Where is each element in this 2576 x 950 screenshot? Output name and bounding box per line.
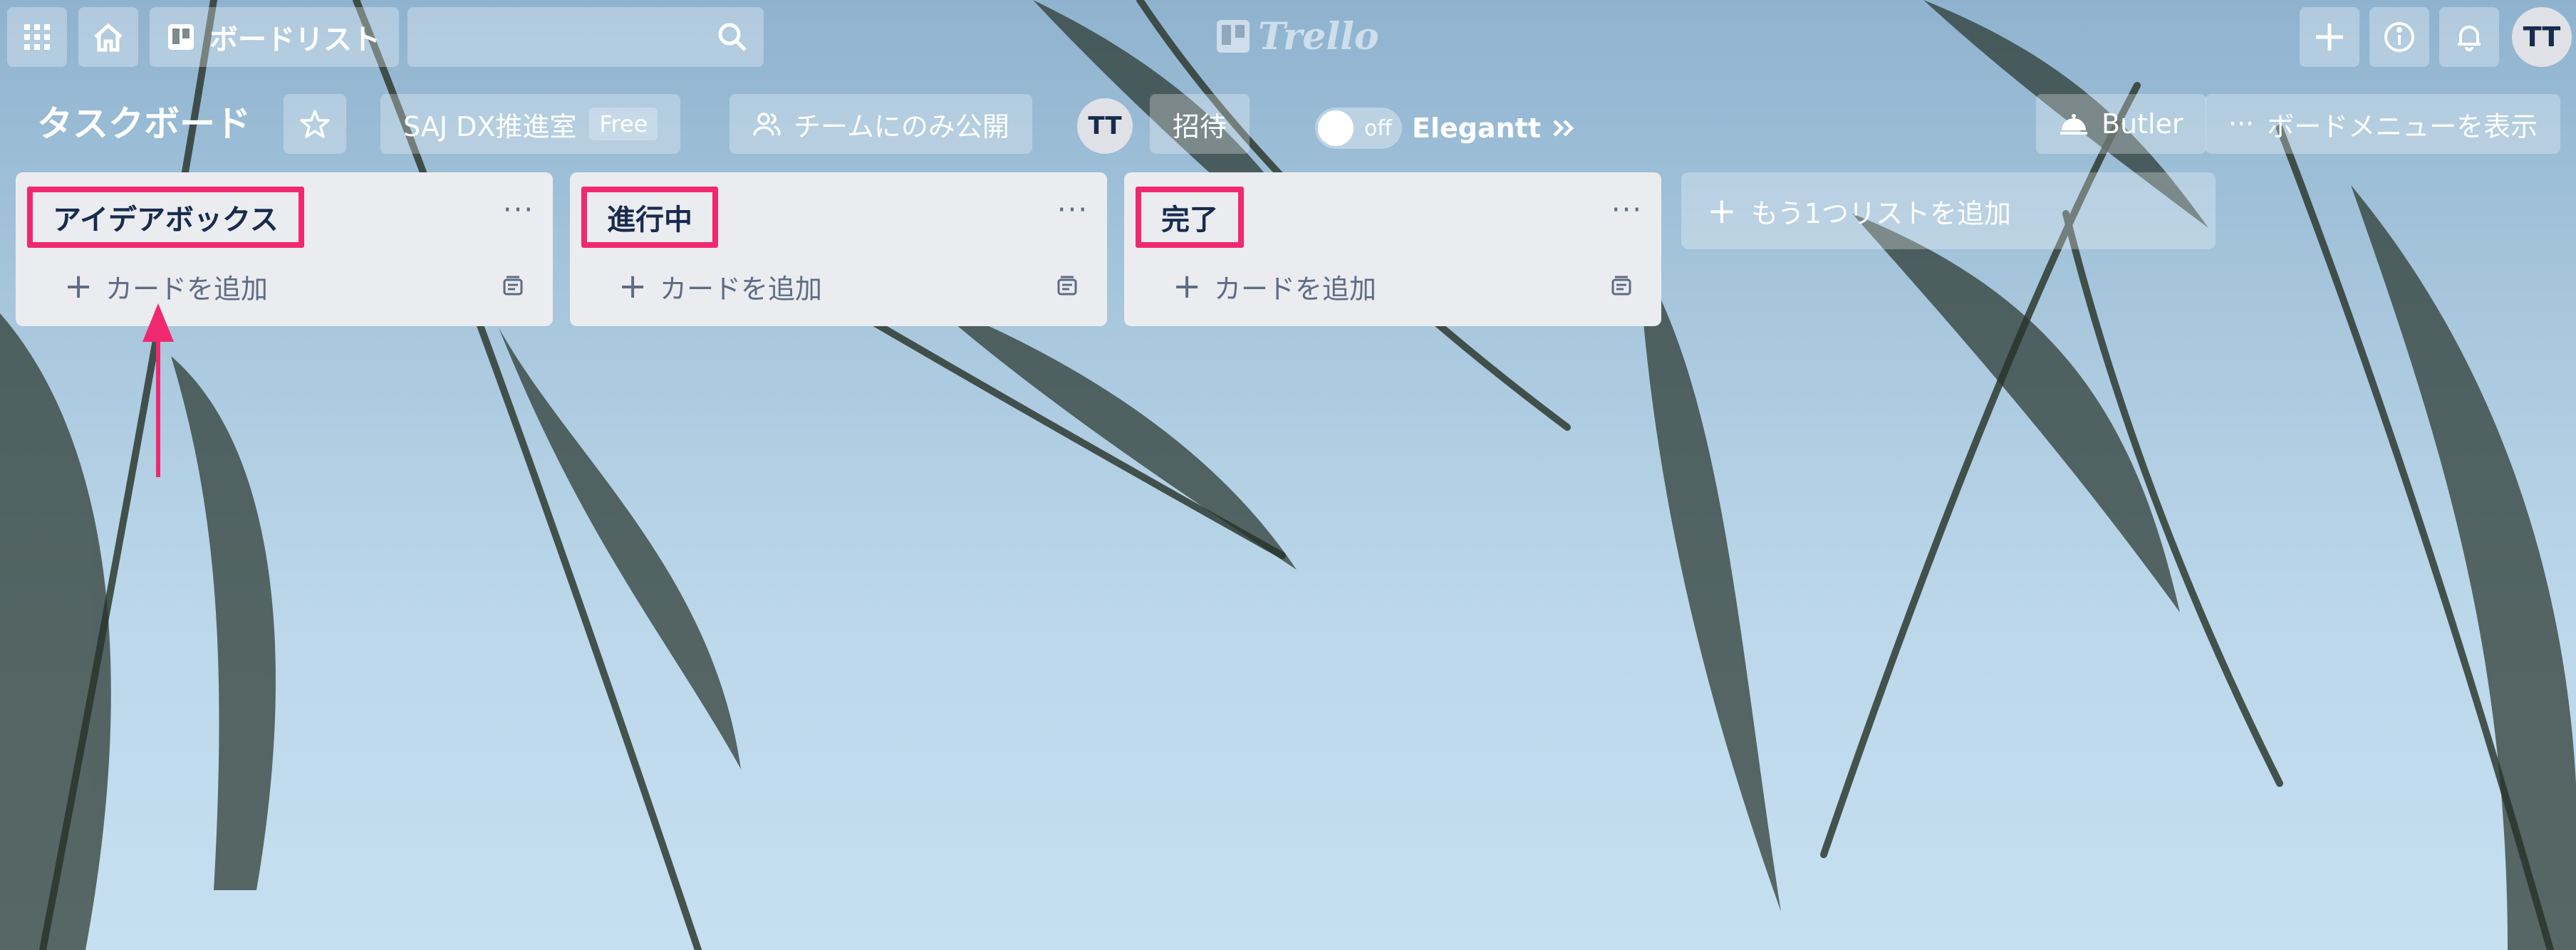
grid-icon bbox=[24, 24, 50, 50]
visibility-label: チームにのみ公開 bbox=[794, 110, 1009, 142]
home-button[interactable] bbox=[78, 7, 138, 67]
add-card-button[interactable]: + カードを追加 bbox=[581, 258, 1094, 315]
search-input[interactable] bbox=[407, 7, 764, 67]
list-menu-button[interactable]: ··· bbox=[497, 196, 540, 235]
invite-button[interactable]: 招待 bbox=[1150, 94, 1250, 154]
board-icon bbox=[168, 24, 194, 50]
info-button[interactable] bbox=[2369, 7, 2429, 67]
board-list-label: ボードリスト bbox=[209, 24, 380, 56]
list-in-progress: 進行中 ··· + カードを追加 bbox=[570, 172, 1107, 326]
list-idea-box: アイデアボックス ··· + カードを追加 bbox=[16, 172, 553, 326]
trello-logo-icon bbox=[1217, 20, 1250, 53]
trello-logo[interactable]: Trello bbox=[1215, 11, 1379, 61]
card-template-icon[interactable] bbox=[1609, 273, 1634, 299]
elegantt-label[interactable]: Elegantt bbox=[1412, 113, 1541, 144]
info-icon bbox=[2384, 22, 2414, 52]
plan-badge: Free bbox=[589, 108, 658, 140]
user-avatar[interactable]: TT bbox=[2512, 7, 2572, 67]
elegantt-toggle-group: off Elegantt bbox=[1315, 107, 1577, 150]
trello-logo-text: Trello bbox=[1258, 14, 1379, 58]
butler-bell-icon bbox=[2060, 114, 2087, 135]
board-menu-button[interactable]: ··· ボードメニューを表示 bbox=[2206, 94, 2561, 154]
create-button[interactable] bbox=[2300, 7, 2359, 67]
team-visibility-icon bbox=[753, 113, 781, 136]
top-navigation-bar: ボードリスト Trello TT bbox=[0, 0, 2576, 74]
add-card-button[interactable]: + カードを追加 bbox=[1136, 258, 1648, 315]
add-card-label: カードを追加 bbox=[1214, 273, 1377, 305]
board-member-avatar[interactable]: TT bbox=[1077, 98, 1133, 154]
home-icon bbox=[94, 23, 123, 52]
plus-icon bbox=[2316, 24, 2343, 51]
list-title[interactable]: アイデアボックス bbox=[27, 187, 304, 248]
list-header: アイデアボックス ··· bbox=[27, 187, 540, 248]
elegantt-toggle[interactable]: off bbox=[1315, 108, 1402, 149]
plus-icon: + bbox=[1707, 190, 1737, 231]
butler-label: Butler bbox=[2102, 108, 2183, 140]
board-list-button[interactable]: ボードリスト bbox=[150, 7, 399, 67]
add-card-button[interactable]: + カードを追加 bbox=[27, 258, 540, 315]
more-horizontal-icon: ··· bbox=[2228, 108, 2255, 140]
card-template-icon[interactable] bbox=[1054, 273, 1080, 299]
add-another-list-button[interactable]: + もう1つリストを追加 bbox=[1681, 172, 2216, 249]
apps-button[interactable] bbox=[7, 7, 67, 67]
team-button[interactable]: SAJ DX推進室 Free bbox=[380, 94, 681, 154]
visibility-button[interactable]: チームにのみ公開 bbox=[729, 94, 1032, 154]
bell-icon bbox=[2458, 26, 2481, 51]
board-title[interactable]: タスクボード bbox=[37, 95, 251, 152]
list-menu-button[interactable]: ··· bbox=[1051, 196, 1094, 235]
notifications-button[interactable] bbox=[2439, 7, 2499, 67]
search-icon bbox=[718, 23, 747, 51]
list-done: 完了 ··· + カードを追加 bbox=[1124, 172, 1661, 326]
plus-icon: + bbox=[64, 266, 93, 306]
board-header: タスクボード SAJ DX推進室 Free チームにのみ公開 TT 招待 off… bbox=[0, 88, 2576, 160]
list-title[interactable]: 完了 bbox=[1136, 187, 1244, 248]
toggle-knob bbox=[1318, 110, 1354, 146]
add-card-label: カードを追加 bbox=[105, 273, 269, 305]
board-menu-label: ボードメニューを表示 bbox=[2267, 110, 2538, 142]
star-icon bbox=[300, 110, 330, 138]
list-header: 進行中 ··· bbox=[581, 187, 1094, 248]
list-title[interactable]: 進行中 bbox=[581, 187, 718, 248]
double-chevron-right-icon[interactable] bbox=[1551, 115, 1577, 141]
list-header: 完了 ··· bbox=[1136, 187, 1648, 248]
list-menu-button[interactable]: ··· bbox=[1606, 196, 1648, 235]
card-template-icon[interactable] bbox=[500, 273, 526, 299]
team-name: SAJ DX推進室 bbox=[403, 110, 577, 142]
butler-button[interactable]: Butler bbox=[2036, 94, 2206, 154]
plus-icon: + bbox=[618, 266, 648, 306]
star-button[interactable] bbox=[284, 94, 346, 154]
plus-icon: + bbox=[1173, 266, 1202, 306]
add-list-label: もう1つリストを追加 bbox=[1750, 197, 2011, 229]
toggle-state-label: off bbox=[1364, 115, 1392, 141]
add-card-label: カードを追加 bbox=[660, 273, 823, 305]
